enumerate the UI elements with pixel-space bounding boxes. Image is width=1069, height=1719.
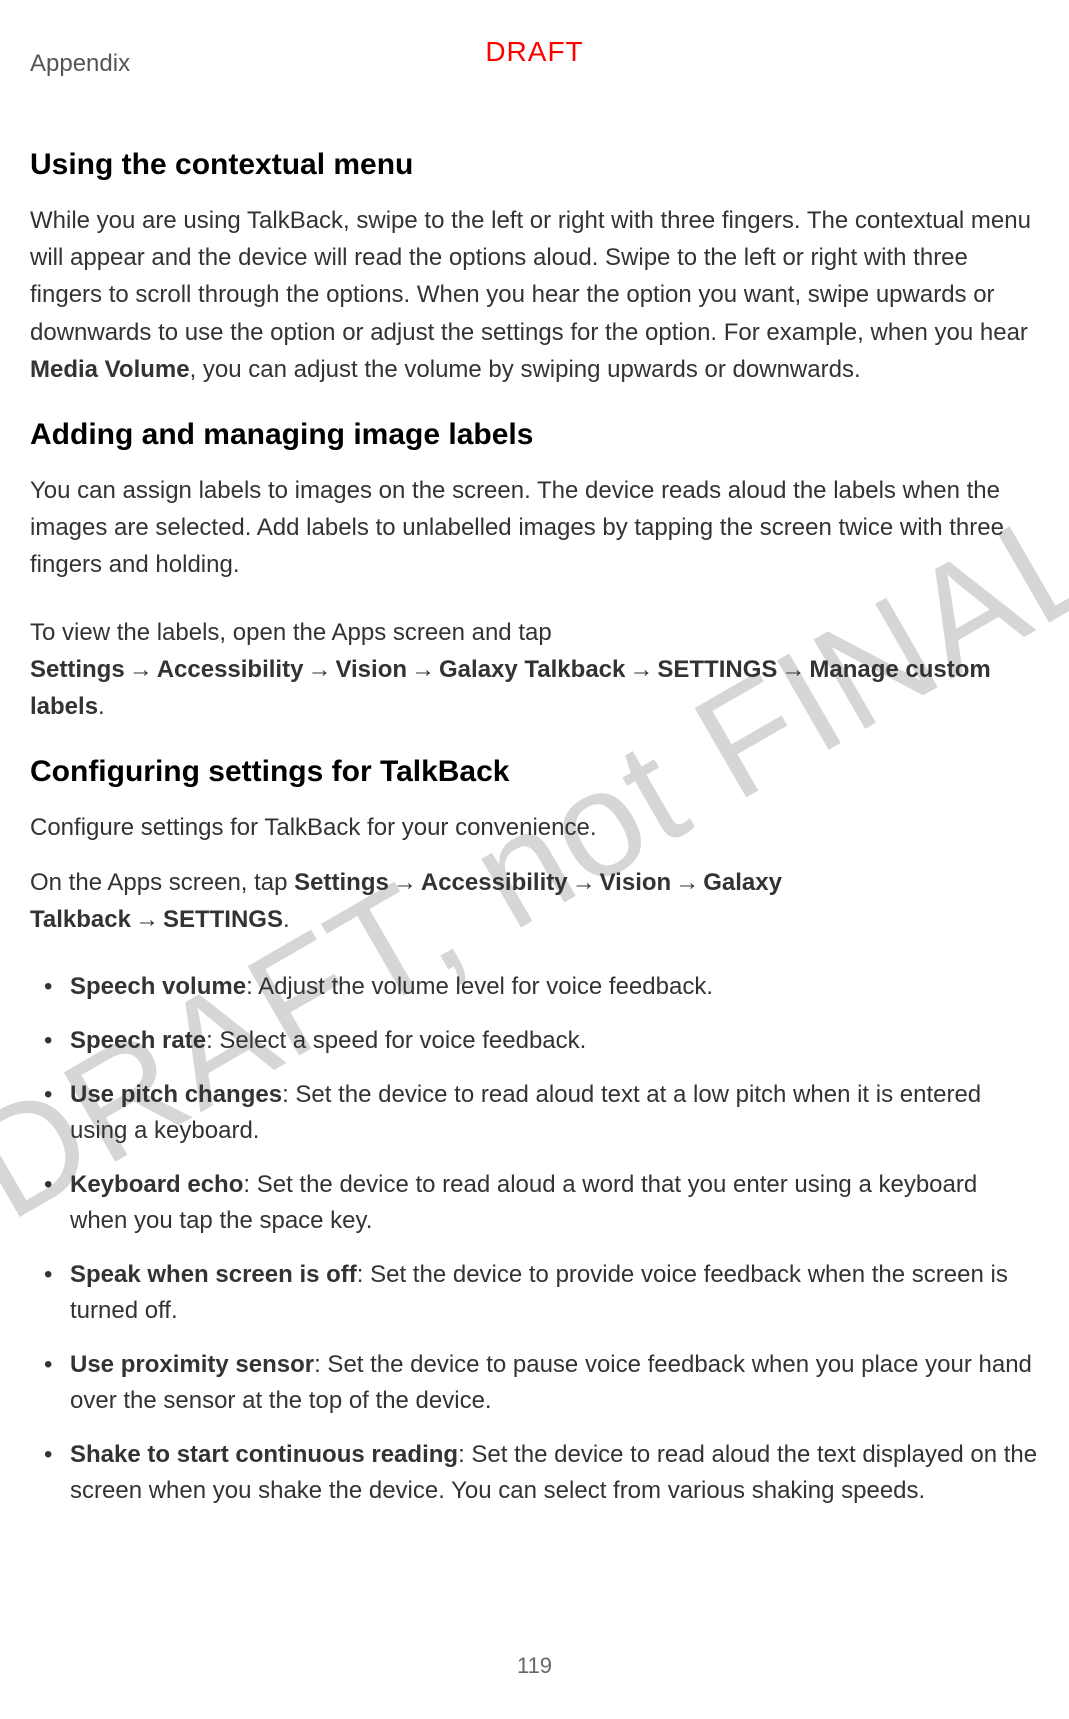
nav-settings-caps: SETTINGS <box>657 656 777 683</box>
settings-list: Speech volume: Adjust the volume level f… <box>30 969 1039 1509</box>
list-term: Shake to start continuous reading <box>70 1441 458 1468</box>
page: DRAFT, not FINAL Appendix DRAFT Using th… <box>0 0 1069 1719</box>
draft-label: DRAFT <box>485 36 583 68</box>
list-item: Use pitch changes: Set the device to rea… <box>30 1077 1039 1149</box>
paragraph-configure-2: On the Apps screen, tap Settings→Accessi… <box>30 864 1039 938</box>
list-term: Speech rate <box>70 1027 206 1054</box>
nav-galaxy-talkback: Galaxy Talkback <box>439 656 625 683</box>
list-item: Speech volume: Adjust the volume level f… <box>30 969 1039 1005</box>
text: On the Apps screen, tap <box>30 869 294 896</box>
arrow-icon: → <box>671 869 703 896</box>
list-item: Keyboard echo: Set the device to read al… <box>30 1167 1039 1239</box>
list-term: Use pitch changes <box>70 1081 282 1108</box>
arrow-icon: → <box>568 869 600 896</box>
paragraph-contextual-menu: While you are using TalkBack, swipe to t… <box>30 202 1039 388</box>
content: Using the contextual menu While you are … <box>30 148 1039 1509</box>
list-term: Speech volume <box>70 973 246 1000</box>
page-number: 119 <box>517 1653 552 1679</box>
heading-image-labels: Adding and managing image labels <box>30 418 1039 452</box>
text: . <box>98 693 105 720</box>
nav-accessibility: Accessibility <box>421 869 568 896</box>
list-item: Speech rate: Select a speed for voice fe… <box>30 1023 1039 1059</box>
arrow-icon: → <box>777 656 809 683</box>
list-term: Speak when screen is off <box>70 1261 357 1288</box>
nav-settings: Settings <box>294 869 389 896</box>
heading-contextual-menu: Using the contextual menu <box>30 148 1039 182</box>
list-item: Use proximity sensor: Set the device to … <box>30 1347 1039 1419</box>
arrow-icon: → <box>125 656 157 683</box>
arrow-icon: → <box>131 906 163 933</box>
arrow-icon: → <box>407 656 439 683</box>
arrow-icon: → <box>625 656 657 683</box>
paragraph-configure-1: Configure settings for TalkBack for your… <box>30 809 1039 846</box>
text-bold-media-volume: Media Volume <box>30 356 190 383</box>
arrow-icon: → <box>389 869 421 896</box>
list-term: Keyboard echo <box>70 1171 243 1198</box>
heading-configuring-talkback: Configuring settings for TalkBack <box>30 755 1039 789</box>
list-item: Speak when screen is off: Set the device… <box>30 1257 1039 1329</box>
paragraph-image-labels-1: You can assign labels to images on the s… <box>30 472 1039 584</box>
text: . <box>283 906 290 933</box>
text: To view the labels, open the Apps screen… <box>30 619 552 646</box>
nav-vision: Vision <box>335 656 407 683</box>
nav-settings-caps: SETTINGS <box>163 906 283 933</box>
list-desc: : Select a speed for voice feedback. <box>206 1027 586 1054</box>
paragraph-image-labels-2: To view the labels, open the Apps screen… <box>30 614 1039 726</box>
list-term: Use proximity sensor <box>70 1351 314 1378</box>
nav-accessibility: Accessibility <box>157 656 304 683</box>
nav-vision: Vision <box>600 869 672 896</box>
arrow-icon: → <box>303 656 335 683</box>
text: While you are using TalkBack, swipe to t… <box>30 207 1031 346</box>
text: , you can adjust the volume by swiping u… <box>190 356 861 383</box>
list-desc: : Adjust the volume level for voice feed… <box>246 973 713 1000</box>
list-item: Shake to start continuous reading: Set t… <box>30 1437 1039 1509</box>
nav-settings: Settings <box>30 656 125 683</box>
